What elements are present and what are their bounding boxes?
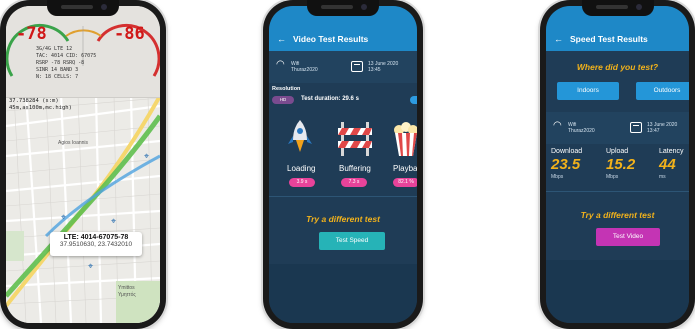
metric-buffering-label: Buffering [339,164,371,173]
calendar-icon [630,122,642,133]
place-label: Ymittos [118,285,135,291]
gauge-value-right: -86 [114,24,145,44]
rocket-icon [288,120,312,152]
resolution-chip: HD [272,96,294,104]
outdoors-button[interactable]: Outdoors [636,82,689,100]
phone-speed-screen: ← Speed Test Results Where did you test?… [540,0,695,329]
place-label: Agios Ioannis [58,140,89,146]
test-speed-button[interactable]: Test Speed [319,232,385,250]
upload-label: Upload [606,148,629,155]
dash-line: RSRP -78 RSRQ -8 [36,60,85,66]
section-divider [269,196,417,197]
lte-coordinates: 37.9510630, 23.7432010 [59,241,133,248]
metric-buffering-value: 7.3 s [341,178,367,187]
gauge-dials [6,23,160,77]
where-did-you-test: Where did you test? [576,62,659,72]
back-arrow-icon[interactable]: ← [554,34,563,44]
cell-tower-icon[interactable]: ⌖ [144,151,149,162]
wifi-name: Thuraz2020 [568,128,595,134]
popcorn-icon [394,122,417,156]
dash-line: N: 18 CELLS: 7 [36,74,79,80]
download-value: 23.5 [551,156,581,173]
phone-video-screen: ← Video Test Results ◠ Wifi Thuraz2020 1… [263,0,423,329]
back-arrow-icon[interactable]: ← [277,34,286,44]
try-different-test: Try a different test [580,210,655,220]
coord-readout-1: 37.738284 (s:m) [9,98,59,104]
phone-notch [47,0,119,16]
metric-loading-value: 3.9 s [289,178,315,187]
map-view[interactable]: -78 -86 3G/4G LTE 12 TAC: 4014 CID: 6707… [6,6,160,323]
test-video-button[interactable]: Test Video [596,228,660,246]
barrier-icon [338,122,372,156]
test-time: 13:45 [368,67,381,73]
map-screen: -78 -86 3G/4G LTE 12 TAC: 4014 CID: 6707… [6,6,160,323]
latency-unit: ms [659,174,666,180]
bottom-area [546,260,689,323]
page-title: Speed Test Results [570,34,648,44]
metric-playback-label: Playback [393,164,417,173]
coord-readout-2: 45m,as100m,mc.high) [9,105,72,111]
phone-notch [581,0,654,16]
network-info-row: ◠ Wifi Thuraz2020 13 June 2020 13:47 [546,112,689,144]
app-background: ← Speed Test Results Where did you test?… [546,6,689,323]
cell-tower-icon[interactable]: ⌖ [88,261,93,272]
phone-map-screen: -78 -86 3G/4G LTE 12 TAC: 4014 CID: 6707… [0,0,166,329]
wifi-icon: ◠ [553,120,562,131]
calendar-icon [351,61,363,72]
metric-playback-value: 82.1 % [393,178,417,187]
resolution-label: Resolution [272,86,301,92]
page-title: Video Test Results [293,34,369,44]
section-divider [546,191,689,192]
dash-line: 3G/4G LTE 12 [36,46,73,52]
indoors-button[interactable]: Indoors [557,82,619,100]
latency-label: Latency [659,148,684,155]
cell-tower-icon[interactable]: ⌖ [61,212,66,223]
gauge-value-left: -78 [16,24,47,44]
try-different-test: Try a different test [306,214,380,224]
bottom-area [269,264,417,323]
app-background: ← Video Test Results ◠ Wifi Thuraz2020 1… [269,6,417,323]
download-label: Download [551,148,583,155]
latency-value: 44 [659,156,676,173]
dash-line: TAC: 4014 CID: 67075 [36,53,97,59]
metric-loading-label: Loading [287,164,316,173]
test-time: 13:47 [647,128,660,134]
video-results-screen: ← Video Test Results ◠ Wifi Thuraz2020 1… [269,6,417,323]
signal-dashboard: -78 -86 3G/4G LTE 12 TAC: 4014 CID: 6707… [6,6,160,98]
phone-notch [307,0,379,16]
lte-info-popup[interactable]: LTE: 4014-67075-78 37.9510630, 23.743201… [50,232,142,256]
network-info-row: ◠ Wifi Thuraz2020 13 June 2020 13:45 [269,51,417,83]
cell-tower-icon[interactable]: ⌖ [111,216,116,227]
speed-results-screen: ← Speed Test Results Where did you test?… [546,6,689,323]
upload-value: 15.2 [606,156,636,173]
resolution-toggle[interactable] [410,96,417,104]
test-duration: Test duration: 29.6 s [301,96,359,102]
dash-line: SINR 14 BAND 3 [36,67,79,73]
wifi-name: Thuraz2020 [291,67,318,73]
upload-unit: Mbps [606,174,619,180]
lte-cell-id: LTE: 4014-67075-78 [63,234,129,241]
download-unit: Mbps [551,174,564,180]
place-label: Υμηττός [118,292,136,298]
wifi-icon: ◠ [276,59,285,70]
